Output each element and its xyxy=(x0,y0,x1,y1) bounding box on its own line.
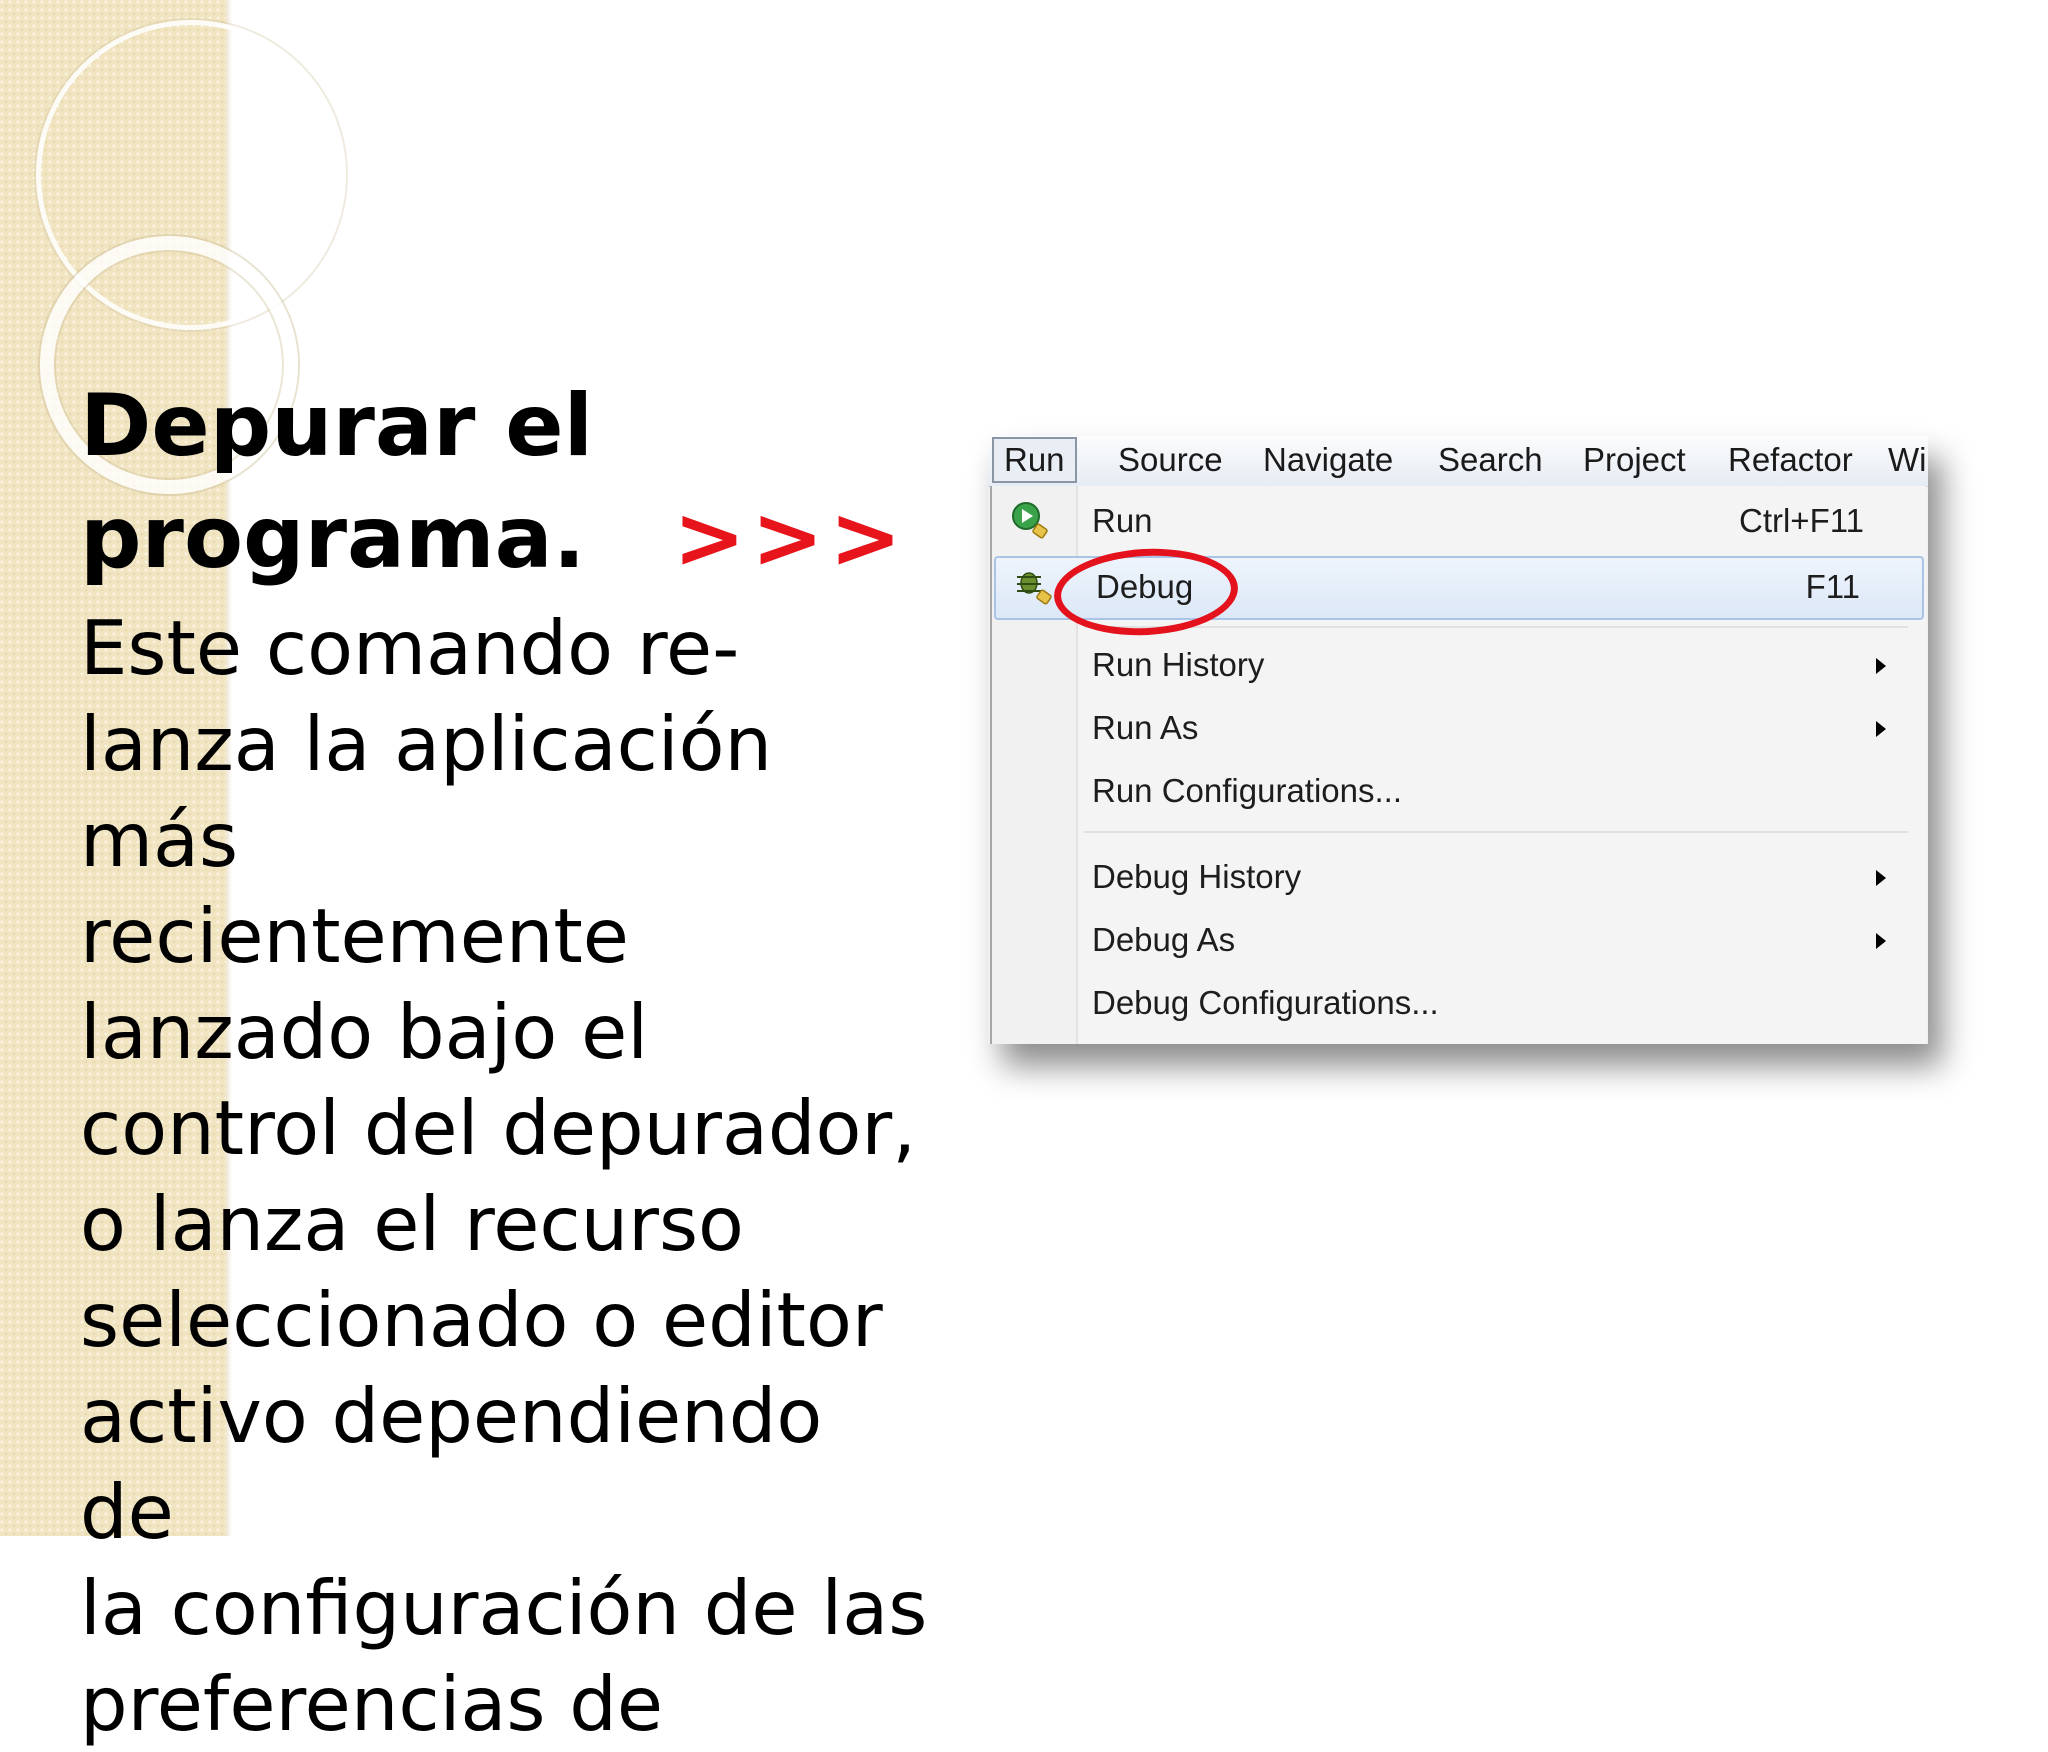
run-icon xyxy=(1012,502,1048,539)
slide-body-text: Este comando re- lanza la aplicación más… xyxy=(80,604,928,1748)
menu-item-debug-configurations[interactable]: Debug Configurations... xyxy=(992,974,1926,1034)
menu-item-run[interactable]: Run Ctrl+F11 xyxy=(992,492,1926,552)
submenu-arrow-icon xyxy=(1876,721,1886,737)
menu-source[interactable]: Source xyxy=(1108,439,1233,481)
menu-project[interactable]: Project xyxy=(1573,439,1696,481)
menu-navigate[interactable]: Navigate xyxy=(1253,439,1403,481)
slide-title-text: programa. xyxy=(80,488,586,588)
slide-title: Depurar el programa. >>> xyxy=(80,370,902,594)
menu-bar: Run Source Navigate Search Project Refac… xyxy=(988,436,1928,487)
menu-item-debug-history[interactable]: Debug History xyxy=(992,848,1926,908)
submenu-arrow-icon xyxy=(1876,933,1886,949)
menu-item-label: Run xyxy=(1092,502,1153,539)
menu-window[interactable]: Wir xyxy=(1878,439,1928,481)
menu-item-shortcut: F11 xyxy=(1805,568,1860,605)
menu-item-label: Debug Configurations... xyxy=(1092,984,1439,1021)
slide-title-line-2: programa. >>> xyxy=(80,482,902,594)
menu-item-run-as[interactable]: Run As xyxy=(992,699,1926,759)
menu-separator xyxy=(1084,626,1908,628)
menu-separator xyxy=(1084,831,1908,833)
slide-title-line-1: Depurar el xyxy=(80,376,594,476)
menu-refactor[interactable]: Refactor xyxy=(1718,439,1863,481)
menu-item-debug-as[interactable]: Debug As xyxy=(992,911,1926,971)
submenu-arrow-icon xyxy=(1876,658,1886,674)
debug-icon xyxy=(1017,572,1052,605)
menu-item-run-history[interactable]: Run History xyxy=(992,636,1926,696)
run-menu-screenshot: Run Source Navigate Search Project Refac… xyxy=(988,436,1928,1044)
menu-item-run-configurations[interactable]: Run Configurations... xyxy=(992,762,1926,822)
menu-item-label: Run Configurations... xyxy=(1092,772,1403,809)
menu-run[interactable]: Run xyxy=(992,437,1077,483)
menu-search[interactable]: Search xyxy=(1428,439,1553,481)
red-arrows: >>> xyxy=(673,488,908,588)
menu-item-shortcut: Ctrl+F11 xyxy=(1738,502,1864,539)
menu-item-label: Debug History xyxy=(1092,858,1302,895)
menu-item-label: Run As xyxy=(1092,709,1199,746)
submenu-arrow-icon xyxy=(1876,870,1886,886)
menu-item-label: Debug As xyxy=(1092,921,1236,958)
menu-item-label: Run History xyxy=(1092,646,1265,683)
